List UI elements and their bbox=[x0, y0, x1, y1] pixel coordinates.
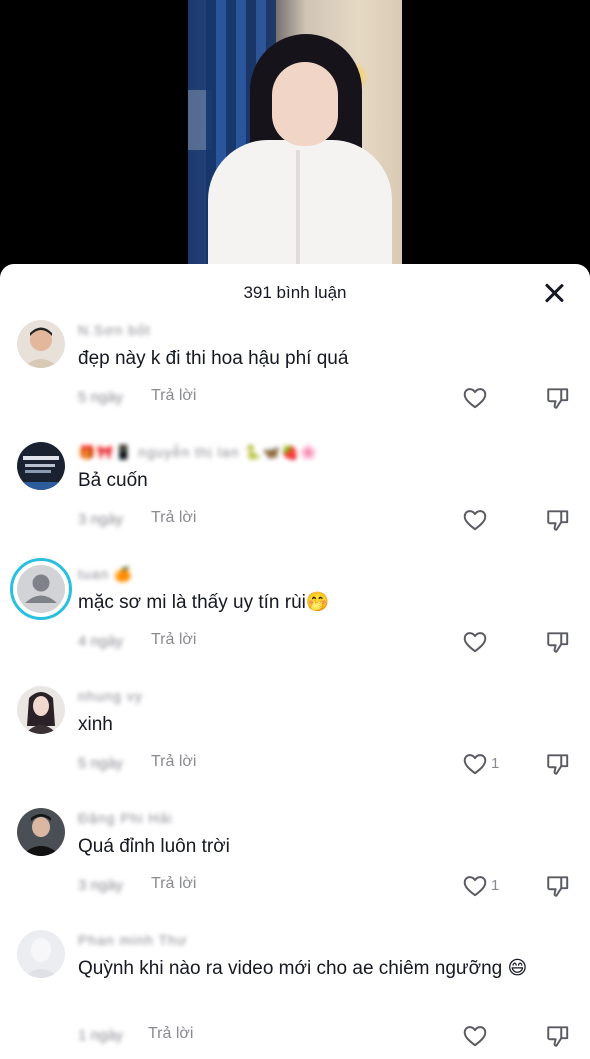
comment-text: xinh bbox=[78, 714, 113, 735]
comment-time: 1 ngày bbox=[78, 1027, 124, 1044]
reply-button[interactable]: Trả lời bbox=[151, 387, 196, 405]
comment-item: tuan 🍊 mặc sơ mi là thấy uy tín rùi🤭 4 n… bbox=[0, 558, 590, 674]
comment-username[interactable]: Đặng Phi Hải bbox=[78, 810, 173, 828]
comment-count-title: 391 bình luận bbox=[243, 283, 347, 302]
dislike-icon[interactable] bbox=[545, 873, 571, 899]
dislike-icon[interactable] bbox=[545, 507, 571, 533]
comment-text: Quá đỉnh luôn trời bbox=[78, 836, 230, 857]
video-frame[interactable] bbox=[188, 0, 402, 290]
sheet-header: 391 bình luận bbox=[0, 264, 590, 322]
reply-button[interactable]: Trả lời bbox=[151, 509, 196, 527]
comment-actions: 1 ngày Trả lời bbox=[78, 1025, 578, 1049]
avatar[interactable] bbox=[17, 930, 65, 978]
comment-text: đẹp này k đi thi hoa hậu phí quá bbox=[78, 348, 349, 369]
dislike-icon[interactable] bbox=[545, 751, 571, 777]
comment-item: N.Sơn bốt đẹp này k đi thi hoa hậu phí q… bbox=[0, 320, 590, 430]
dislike-icon[interactable] bbox=[545, 629, 571, 655]
comment-actions: 3 ngày Trả lời bbox=[78, 509, 578, 533]
avatar[interactable] bbox=[17, 320, 65, 368]
avatar[interactable] bbox=[17, 808, 65, 856]
avatar[interactable] bbox=[17, 686, 65, 734]
heart-icon[interactable] bbox=[462, 629, 488, 655]
avatar[interactable] bbox=[17, 442, 65, 490]
reply-button[interactable]: Trả lời bbox=[151, 753, 196, 771]
like-count: 1 bbox=[491, 877, 500, 894]
reply-button[interactable]: Trả lời bbox=[151, 875, 196, 893]
comment-item: nhung vy xinh 5 ngày Trả lời 1 bbox=[0, 686, 590, 796]
comment-actions: 3 ngày Trả lời 1 bbox=[78, 875, 578, 899]
heart-icon[interactable] bbox=[462, 751, 488, 777]
comment-time: 5 ngày bbox=[78, 389, 124, 406]
comment-username[interactable]: nhung vy bbox=[78, 688, 143, 706]
comment-username[interactable]: 🎁🎀📱 nguyễn thị lan 🐍🦋🍓🌸 bbox=[78, 444, 318, 462]
dislike-icon[interactable] bbox=[545, 1023, 571, 1049]
close-icon[interactable] bbox=[542, 281, 566, 305]
comment-actions: 5 ngày Trả lời 1 bbox=[78, 753, 578, 777]
video-person-face bbox=[272, 62, 338, 146]
reply-button[interactable]: Trả lời bbox=[148, 1025, 193, 1043]
comment-text: Quỳnh khi nào ra video mới cho ae chiêm … bbox=[78, 958, 528, 979]
heart-icon[interactable] bbox=[462, 507, 488, 533]
comment-item: 🎁🎀📱 nguyễn thị lan 🐍🦋🍓🌸 Bả cuốn 3 ngày T… bbox=[0, 442, 590, 552]
comment-item: Phan minh Thư Quỳnh khi nào ra video mới… bbox=[0, 930, 590, 1059]
video-player[interactable] bbox=[0, 0, 590, 290]
comment-username[interactable]: N.Sơn bốt bbox=[78, 322, 151, 340]
heart-icon[interactable] bbox=[462, 385, 488, 411]
dislike-icon[interactable] bbox=[545, 385, 571, 411]
comment-time: 3 ngày bbox=[78, 511, 124, 528]
heart-icon[interactable] bbox=[462, 1023, 488, 1049]
like-count: 1 bbox=[491, 755, 500, 772]
comment-username[interactable]: tuan 🍊 bbox=[78, 566, 133, 584]
comment-actions: 4 ngày Trả lời bbox=[78, 631, 578, 655]
comment-username[interactable]: Phan minh Thư bbox=[78, 932, 187, 950]
comment-time: 3 ngày bbox=[78, 877, 124, 894]
comment-time: 4 ngày bbox=[78, 633, 124, 650]
comment-actions: 5 ngày Trả lời bbox=[78, 387, 578, 411]
reply-button[interactable]: Trả lời bbox=[151, 631, 196, 649]
comments-sheet: 391 bình luận N.Sơn bốt đẹp này k đi thi… bbox=[0, 264, 590, 1059]
comment-time: 5 ngày bbox=[78, 755, 124, 772]
avatar[interactable] bbox=[10, 558, 72, 620]
heart-icon[interactable] bbox=[462, 873, 488, 899]
comment-text: Bả cuốn bbox=[78, 470, 148, 491]
comment-text: mặc sơ mi là thấy uy tín rùi🤭 bbox=[78, 592, 330, 613]
comment-username-text: 🎁🎀📱 nguyễn thị lan 🐍🦋🍓🌸 bbox=[78, 444, 318, 460]
comment-item: Đặng Phi Hải Quá đỉnh luôn trời 3 ngày T… bbox=[0, 808, 590, 918]
